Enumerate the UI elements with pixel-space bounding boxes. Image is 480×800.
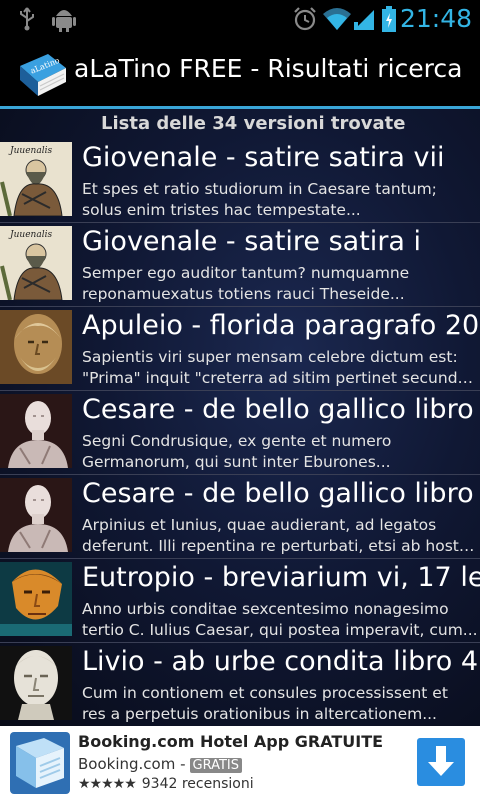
download-arrow-icon: [428, 746, 454, 776]
excerpt-line: Segni Condrusique, ex gente et numero: [82, 432, 392, 450]
caesar-bust-thumbnail: [0, 394, 72, 468]
download-button[interactable]: [417, 738, 465, 786]
app-book-icon[interactable]: aLatino: [18, 52, 68, 98]
excerpt-line: Arpinius et Iunius, quae audierant, ad l…: [82, 516, 437, 534]
ad-review-count: 9342 recensioni: [141, 776, 254, 792]
excerpt-line: Sapientis viri super mensam celebre dict…: [82, 348, 458, 366]
result-title: Livio - ab urbe condita libro 4,: [82, 646, 480, 677]
eutropius-portrait-thumbnail: [0, 562, 72, 636]
battery-icon: [382, 6, 396, 32]
ad-advertiser-line: Booking.com - GRATIS: [78, 755, 243, 773]
list-item[interactable]: Apuleio - florida paragrafo 20 Sapientis…: [0, 307, 480, 391]
caesar-bust-thumbnail: [0, 478, 72, 552]
alarm-clock-icon: [294, 7, 316, 31]
excerpt-line: Et spes et ratio studiorum in Caesare ta…: [82, 180, 437, 198]
results-list[interactable]: Lista delle 34 versioni trovate Juuenali…: [0, 109, 480, 726]
list-item[interactable]: Cesare - de bello gallico libro 6 Segni …: [0, 391, 480, 475]
list-item[interactable]: Cesare - de bello gallico libro 5 Arpini…: [0, 475, 480, 559]
result-excerpt: Anno urbis conditae sexcentesimo nonages…: [82, 599, 478, 641]
clock-time: 21:48: [399, 4, 472, 33]
star-rating-icon: ★★★★★: [78, 776, 137, 792]
result-excerpt: Segni Condrusique, ex gente et numero Ge…: [82, 431, 478, 473]
free-badge: GRATIS: [189, 758, 243, 773]
list-item[interactable]: Eutropio - breviarium vi, 17 le Anno urb…: [0, 559, 480, 643]
result-excerpt: Semper ego auditor tantum? numquamne rep…: [82, 263, 478, 305]
app-title-bar: aLatino aLaTino FREE - Risultati ricerca: [0, 38, 480, 109]
apuleius-portrait-thumbnail: [0, 310, 72, 384]
status-bar: 21:48: [0, 0, 480, 38]
livy-bust-thumbnail: [0, 646, 72, 720]
list-item[interactable]: Juuenalis Giovenale - satire satira vii …: [0, 139, 480, 223]
signal-icon: [354, 10, 374, 30]
svg-text:Juuenalis: Juuenalis: [8, 146, 52, 156]
result-title: Cesare - de bello gallico libro 6: [82, 394, 480, 425]
page-title: aLaTino FREE - Risultati ricerca: [74, 54, 463, 83]
ad-rating: ★★★★★ 9342 recensioni: [78, 776, 254, 792]
excerpt-line: res a perpetuis orationibus in altercati…: [82, 705, 437, 723]
ad-advertiser: Booking.com -: [78, 755, 186, 773]
result-excerpt: Sapientis viri super mensam celebre dict…: [82, 347, 478, 389]
excerpt-line: Anno urbis conditae sexcentesimo nonages…: [82, 600, 449, 618]
excerpt-line: deferunt. Illi repentina re perturbati, …: [82, 537, 478, 555]
excerpt-line: "Prima" inquit "creterra ad sitim pertin…: [82, 369, 478, 387]
result-excerpt: Cum in contionem et consules processisse…: [82, 683, 478, 725]
result-title: Cesare - de bello gallico libro 5: [82, 478, 480, 509]
result-excerpt: Et spes et ratio studiorum in Caesare ta…: [82, 179, 478, 221]
excerpt-line: tertio C. Iulius Caesar, qui postea impe…: [82, 621, 478, 639]
result-title: Apuleio - florida paragrafo 20: [82, 310, 480, 341]
excerpt-line: Semper ego auditor tantum? numquamne: [82, 264, 410, 282]
juvenal-portrait-thumbnail: Juuenalis: [0, 142, 72, 216]
excerpt-line: solus enim tristes hac tempestate...: [82, 201, 361, 219]
booking-app-icon[interactable]: [10, 732, 70, 794]
wifi-icon: [323, 8, 351, 30]
excerpt-line: Germanorum, qui sunt inter Eburones...: [82, 453, 391, 471]
usb-icon: [20, 7, 34, 31]
result-title: Giovenale - satire satira i: [82, 226, 422, 257]
ad-title: Booking.com Hotel App GRATUITE: [78, 732, 384, 751]
result-title: Eutropio - breviarium vi, 17 le: [82, 562, 480, 593]
excerpt-line: reponamuexatus totiens rauci Theseide...: [82, 285, 405, 303]
ad-banner[interactable]: Booking.com Hotel App GRATUITE Booking.c…: [0, 726, 480, 800]
list-item[interactable]: Juuenalis Giovenale - satire satira i Se…: [0, 223, 480, 307]
svg-text:Juuenalis: Juuenalis: [8, 230, 52, 240]
results-count-header: Lista delle 34 versioni trovate: [101, 113, 406, 134]
list-item[interactable]: Livio - ab urbe condita libro 4, Cum in …: [0, 643, 480, 726]
excerpt-line: Cum in contionem et consules processisse…: [82, 684, 448, 702]
android-debug-icon: [52, 10, 76, 32]
juvenal-portrait-thumbnail: Juuenalis: [0, 226, 72, 300]
result-title: Giovenale - satire satira vii: [82, 142, 445, 173]
result-excerpt: Arpinius et Iunius, quae audierant, ad l…: [82, 515, 478, 557]
